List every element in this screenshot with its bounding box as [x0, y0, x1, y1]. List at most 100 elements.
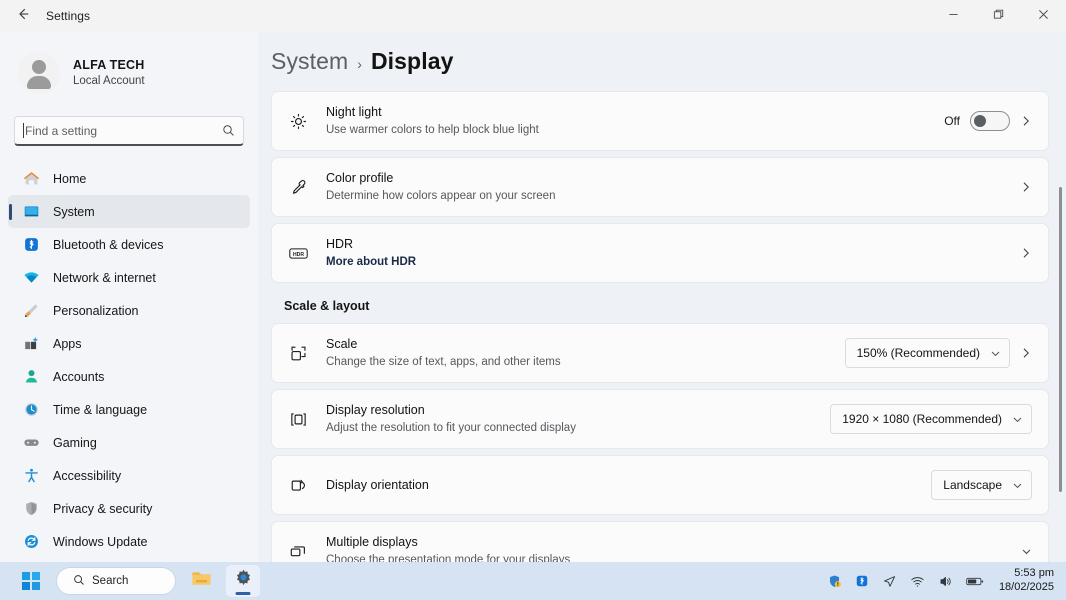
- sidebar-item-windows-update[interactable]: Windows Update: [8, 525, 250, 558]
- sidebar-item-label: System: [53, 204, 95, 219]
- toggle-state-label: Off: [944, 114, 960, 128]
- taskbar-file-explorer[interactable]: [184, 565, 218, 597]
- clock-time: 5:53 pm: [1014, 567, 1054, 580]
- row-subtitle: Use warmer colors to help block blue lig…: [326, 123, 539, 136]
- minimize-button[interactable]: [931, 0, 976, 32]
- sidebar-item-apps[interactable]: Apps: [8, 327, 250, 360]
- windows-start-icon: [22, 572, 40, 590]
- sidebar-item-label: Home: [53, 171, 87, 186]
- search-input[interactable]: Find a setting: [14, 116, 244, 146]
- sidebar-item-accessibility[interactable]: Accessibility: [8, 459, 250, 492]
- sidebar-item-personalization[interactable]: Personalization: [8, 294, 250, 327]
- taskbar-search-button[interactable]: Search: [56, 567, 176, 595]
- sidebar-item-label: Apps: [53, 336, 82, 351]
- sidebar-item-home[interactable]: Home: [8, 162, 250, 195]
- close-button[interactable]: [1021, 0, 1066, 32]
- row-hdr[interactable]: HDR HDR More about HDR: [271, 223, 1049, 283]
- system-tray: 5:53 pm 18/02/2025: [827, 567, 1054, 595]
- row-scale[interactable]: Scale Change the size of text, apps, and…: [271, 323, 1049, 383]
- taskbar-clock[interactable]: 5:53 pm 18/02/2025: [999, 567, 1054, 595]
- folder-icon: [190, 567, 213, 595]
- row-subtitle: Determine how colors appear on your scre…: [326, 189, 556, 202]
- section-title-scale-layout: Scale & layout: [284, 299, 370, 313]
- sidebar-item-system[interactable]: System: [8, 195, 250, 228]
- gear-icon: [233, 568, 254, 594]
- display-orientation-dropdown[interactable]: Landscape: [931, 470, 1032, 500]
- brightness-icon: [286, 112, 310, 131]
- clock-date: 18/02/2025: [998, 581, 1054, 593]
- chevron-right-icon[interactable]: [1020, 115, 1032, 127]
- row-display-orientation[interactable]: Display orientation Landscape: [271, 455, 1049, 515]
- night-light-toggle[interactable]: [970, 111, 1010, 131]
- content-scrollbar[interactable]: [1059, 112, 1062, 562]
- scale-icon: [286, 344, 310, 363]
- row-color-profile[interactable]: Color profile Determine how colors appea…: [271, 157, 1049, 217]
- row-night-light[interactable]: Night light Use warmer colors to help bl…: [271, 91, 1049, 151]
- taskbar: Search 5:53 pm 18/02/2025: [0, 562, 1066, 600]
- sidebar-item-time-language[interactable]: Time & language: [8, 393, 250, 426]
- gamepad-icon: [22, 434, 40, 452]
- scale-dropdown[interactable]: 150% (Recommended): [844, 338, 1010, 368]
- taskbar-search-label: Search: [92, 575, 129, 587]
- close-icon: [1038, 7, 1049, 25]
- start-button[interactable]: [14, 565, 48, 597]
- sidebar-item-label: Accessibility: [53, 468, 122, 483]
- account-card[interactable]: ALFA TECH Local Account: [18, 48, 258, 98]
- chevron-down-icon: [1012, 414, 1023, 425]
- battery-icon[interactable]: [966, 575, 984, 588]
- breadcrumb-root[interactable]: System: [271, 48, 348, 75]
- shield-warning-icon[interactable]: [827, 574, 842, 589]
- row-subtitle: Adjust the resolution to fit your connec…: [326, 421, 576, 434]
- search-placeholder: Find a setting: [25, 123, 98, 138]
- speaker-icon[interactable]: [938, 574, 953, 589]
- row-subtitle: Change the size of text, apps, and other…: [326, 355, 561, 368]
- sidebar-item-bluetooth-devices[interactable]: Bluetooth & devices: [8, 228, 250, 261]
- display-resolution-dropdown[interactable]: 1920 × 1080 (Recommended): [830, 404, 1032, 434]
- row-display-resolution[interactable]: Display resolution Adjust the resolution…: [271, 389, 1049, 449]
- scrollbar-thumb[interactable]: [1059, 187, 1062, 492]
- apps-icon: [22, 335, 40, 353]
- sidebar-item-network-internet[interactable]: Network & internet: [8, 261, 250, 294]
- wifi-icon[interactable]: [910, 574, 925, 589]
- page-title: Display: [370, 48, 454, 74]
- settings-window: Settings ALFA TECH Local Account Find a …: [0, 0, 1066, 600]
- sidebar-item-accounts[interactable]: Accounts: [8, 360, 250, 393]
- sidebar-item-gaming[interactable]: Gaming: [8, 426, 250, 459]
- sidebar-item-label: Time & language: [53, 402, 148, 417]
- sidebar-item-label: Bluetooth & devices: [53, 237, 164, 252]
- location-arrow-icon[interactable]: [882, 574, 897, 589]
- sidebar-item-privacy-security[interactable]: Privacy & security: [8, 492, 250, 525]
- accessibility-icon: [22, 467, 40, 485]
- chevron-right-icon[interactable]: [1020, 347, 1032, 359]
- row-title: Color profile: [326, 171, 394, 186]
- user-avatar-icon: [18, 52, 60, 94]
- chevron-down-icon: [1012, 480, 1023, 491]
- hdr-learn-more-link[interactable]: More about HDR: [326, 255, 416, 270]
- sidebar-item-label: Accounts: [53, 369, 105, 384]
- shield-icon: [22, 500, 40, 518]
- bluetooth-icon[interactable]: [855, 574, 869, 588]
- maximize-button[interactable]: [976, 0, 1021, 32]
- minimize-icon: [948, 7, 959, 25]
- orientation-value: Landscape: [943, 478, 1002, 492]
- back-button[interactable]: [6, 1, 40, 31]
- orientation-icon: [286, 476, 310, 495]
- window-controls: [931, 0, 1066, 32]
- resolution-value: 1920 × 1080 (Recommended): [842, 412, 1002, 426]
- scale-value: 150% (Recommended): [856, 346, 980, 360]
- chevron-right-icon[interactable]: [1020, 181, 1032, 193]
- chevron-right-icon[interactable]: [1020, 247, 1032, 259]
- search-icon: [222, 124, 235, 137]
- chevron-down-icon[interactable]: [1021, 546, 1032, 557]
- wifi-icon: [22, 269, 40, 287]
- row-title: Night light: [326, 105, 382, 120]
- row-multiple-displays[interactable]: Multiple displays Choose the presentatio…: [271, 521, 1049, 562]
- app-title: Settings: [46, 9, 91, 23]
- clock-icon: [22, 401, 40, 419]
- sidebar-item-label: Personalization: [53, 303, 139, 318]
- taskbar-settings[interactable]: [226, 565, 260, 597]
- row-title: HDR: [326, 237, 354, 252]
- content-area: System › Display Night light Use warmer …: [258, 32, 1066, 562]
- title-bar: Settings: [0, 0, 1066, 32]
- breadcrumb: System › Display: [271, 48, 1066, 75]
